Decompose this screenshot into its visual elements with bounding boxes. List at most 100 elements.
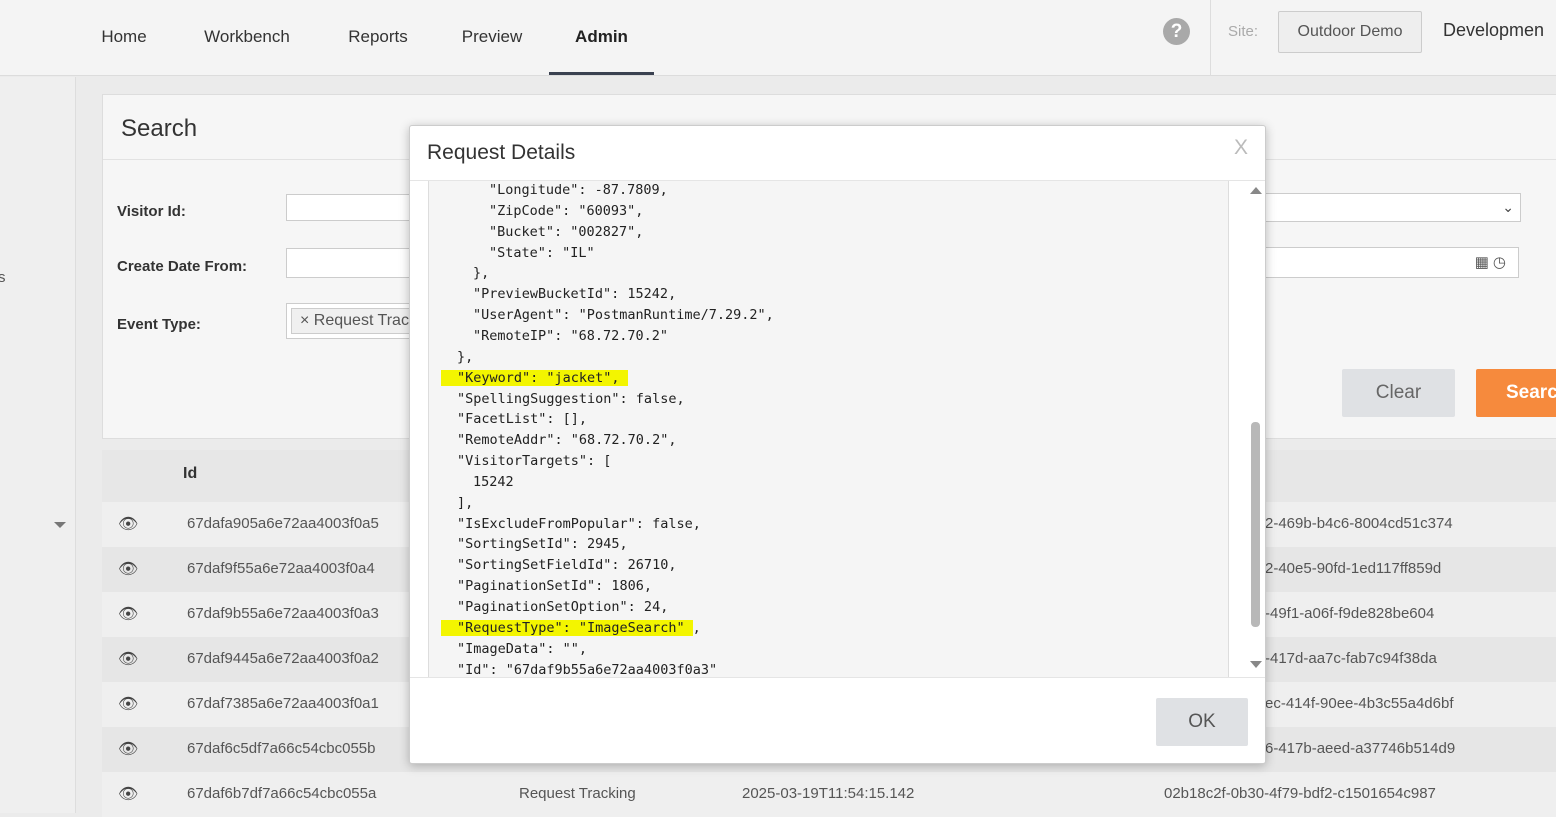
json-line: "Bucket": "002827", bbox=[489, 223, 643, 241]
environment-label[interactable]: Developmen bbox=[1443, 20, 1544, 41]
chevron-down-icon: ⌄ bbox=[1502, 199, 1514, 215]
nav-workbench[interactable]: Workbench bbox=[186, 0, 308, 75]
json-line: "RemoteAddr": "68.72.70.2", bbox=[457, 431, 676, 449]
request-details-modal: Request Details X "Longitude": -87.7809,… bbox=[409, 125, 1266, 764]
row-guid: 2-40e5-90fd-1ed117ff859d bbox=[1265, 560, 1442, 577]
row-id: 67daf9f55a6e72aa4003f0a4 bbox=[187, 560, 375, 577]
row-guid: 6-417b-aeed-a37746b514d9 bbox=[1265, 740, 1456, 757]
visitor-id-label: Visitor Id: bbox=[117, 203, 186, 220]
json-line-text: "SpellingSuggestion": false, bbox=[457, 390, 685, 407]
eye-icon[interactable]: 👁 bbox=[118, 604, 138, 624]
json-line-text: "UserAgent": "PostmanRuntime/7.29.2", bbox=[473, 307, 774, 324]
json-line: "Id": "67daf9b55a6e72aa4003f0a3" bbox=[457, 661, 718, 678]
json-line: "IsExcludeFromPopular": false, bbox=[457, 515, 701, 533]
json-line: "ImageData": "", bbox=[457, 640, 587, 658]
json-line-text: "RemoteAddr": "68.72.70.2", bbox=[457, 432, 677, 449]
row-id: 67daf9445a6e72aa4003f0a2 bbox=[187, 650, 379, 667]
json-line-text: "RemoteIP": "68.72.70.2" bbox=[473, 327, 669, 344]
json-line-text: }, bbox=[473, 265, 490, 282]
json-line: "SpellingSuggestion": false, bbox=[457, 390, 685, 408]
json-line-text: "State": "IL" bbox=[489, 244, 595, 261]
eye-icon[interactable]: 👁 bbox=[118, 784, 138, 804]
left-sidebar: s bbox=[0, 77, 76, 813]
json-line: "Longitude": -87.7809, bbox=[489, 181, 668, 199]
id-column-header[interactable]: Id bbox=[183, 465, 197, 483]
close-icon[interactable]: X bbox=[1234, 136, 1248, 160]
row-id: 67daf7385a6e72aa4003f0a1 bbox=[187, 695, 379, 712]
eye-icon[interactable]: 👁 bbox=[118, 514, 138, 534]
eye-icon[interactable]: 👁 bbox=[118, 694, 138, 714]
json-line-text: "IsExcludeFromPopular": false, bbox=[457, 515, 701, 532]
row-id: 67daf9b55a6e72aa4003f0a3 bbox=[187, 605, 379, 622]
site-selector-button[interactable]: Outdoor Demo bbox=[1278, 11, 1422, 53]
json-line: "VisitorTargets": [ bbox=[457, 452, 611, 470]
row-guid: ec-414f-90ee-4b3c55a4d6bf bbox=[1265, 695, 1454, 712]
help-icon[interactable]: ? bbox=[1163, 18, 1190, 45]
nav-reports[interactable]: Reports bbox=[333, 0, 423, 75]
caret-down-icon[interactable] bbox=[54, 522, 66, 528]
create-date-from-label: Create Date From: bbox=[117, 258, 248, 275]
filter-select[interactable]: ⌄ bbox=[1263, 193, 1521, 222]
calendar-clock-icon[interactable]: ▦◷ bbox=[1475, 253, 1510, 271]
json-line: ], bbox=[457, 494, 473, 512]
json-line-text: 15242 bbox=[473, 473, 514, 490]
json-line-text: "PaginationSetId": 1806, bbox=[457, 578, 653, 595]
json-line: "PaginationSetId": 1806, bbox=[457, 577, 652, 595]
nav-home[interactable]: Home bbox=[86, 0, 162, 75]
row-guid: -49f1-a06f-f9de828be604 bbox=[1265, 605, 1435, 622]
row-guid: -417d-aa7c-fab7c94f38da bbox=[1265, 650, 1437, 667]
row-guid: 02b18c2f-0b30-4f79-bdf2-c1501654c987 bbox=[1164, 785, 1436, 802]
site-label: Site: bbox=[1228, 23, 1259, 40]
table-row[interactable]: 👁 67daf6b7df7a66c54cbc055a Request Track… bbox=[102, 772, 1556, 817]
json-line-text: "FacetList": [], bbox=[457, 411, 588, 428]
json-line: "Keyword": "jacket", bbox=[441, 369, 628, 387]
eye-icon[interactable]: 👁 bbox=[118, 649, 138, 669]
json-line-highlighted-text: "Keyword": "jacket", bbox=[441, 369, 628, 386]
json-line: }, bbox=[473, 264, 489, 282]
json-line-text: "Id": "67daf9b55a6e72aa4003f0a3" bbox=[457, 661, 718, 678]
row-create-date: 2025-03-19T11:54:15.142 bbox=[742, 785, 915, 802]
json-line-text: "VisitorTargets": [ bbox=[457, 453, 612, 470]
json-line: "SortingSetId": 2945, bbox=[457, 535, 628, 553]
sidebar-partial-label[interactable]: s bbox=[0, 269, 6, 286]
top-divider bbox=[1210, 0, 1211, 76]
json-line-text: "ZipCode": "60093", bbox=[489, 202, 644, 219]
json-line: 15242 bbox=[473, 473, 514, 491]
eye-icon[interactable]: 👁 bbox=[118, 559, 138, 579]
json-line: "FacetList": [], bbox=[457, 410, 587, 428]
json-line: "RemoteIP": "68.72.70.2" bbox=[473, 327, 668, 345]
divider bbox=[410, 677, 1265, 678]
json-scrollbar[interactable] bbox=[1246, 181, 1266, 678]
row-id: 67dafa905a6e72aa4003f0a5 bbox=[187, 515, 379, 532]
json-line-text: "SortingSetId": 2945, bbox=[457, 536, 628, 553]
json-line: "ZipCode": "60093", bbox=[489, 202, 643, 220]
clear-button[interactable]: Clear bbox=[1342, 369, 1455, 417]
nav-preview[interactable]: Preview bbox=[447, 0, 537, 75]
create-date-to-input[interactable]: ▦◷ bbox=[1263, 247, 1519, 278]
scrollbar-thumb[interactable] bbox=[1251, 422, 1260, 627]
nav-admin[interactable]: Admin bbox=[549, 0, 654, 75]
row-guid: 2-469b-b4c6-8004cd51c374 bbox=[1265, 515, 1453, 532]
json-line: "UserAgent": "PostmanRuntime/7.29.2", bbox=[473, 306, 774, 324]
scroll-down-icon[interactable] bbox=[1250, 661, 1262, 668]
json-line: }, bbox=[457, 348, 473, 366]
json-line-text: "Bucket": "002827", bbox=[489, 223, 644, 240]
json-line: "RequestType": "ImageSearch", bbox=[441, 619, 701, 637]
json-line-text: }, bbox=[457, 348, 474, 365]
event-type-tag[interactable]: × Request Trac bbox=[291, 308, 418, 334]
search-title: Search bbox=[121, 115, 198, 142]
request-json-viewer[interactable]: "Longitude": -87.7809, "ZipCode": "60093"… bbox=[428, 181, 1229, 678]
json-line-text: "PreviewBucketId": 15242, bbox=[473, 286, 677, 303]
json-line: "PreviewBucketId": 15242, bbox=[473, 285, 676, 303]
json-line-text: "SortingSetFieldId": 26710, bbox=[457, 557, 677, 574]
row-event-type: Request Tracking bbox=[519, 785, 636, 802]
search-button[interactable]: Searc bbox=[1476, 369, 1556, 417]
json-line-text: ], bbox=[457, 494, 474, 511]
json-line: "SortingSetFieldId": 26710, bbox=[457, 556, 676, 574]
scroll-up-icon[interactable] bbox=[1250, 187, 1262, 194]
json-line: "PaginationSetOption": 24, bbox=[457, 598, 668, 616]
json-line-text: "ImageData": "", bbox=[457, 640, 588, 657]
json-line-text: "PaginationSetOption": 24, bbox=[457, 599, 669, 615]
eye-icon[interactable]: 👁 bbox=[118, 739, 138, 759]
ok-button[interactable]: OK bbox=[1156, 698, 1248, 746]
